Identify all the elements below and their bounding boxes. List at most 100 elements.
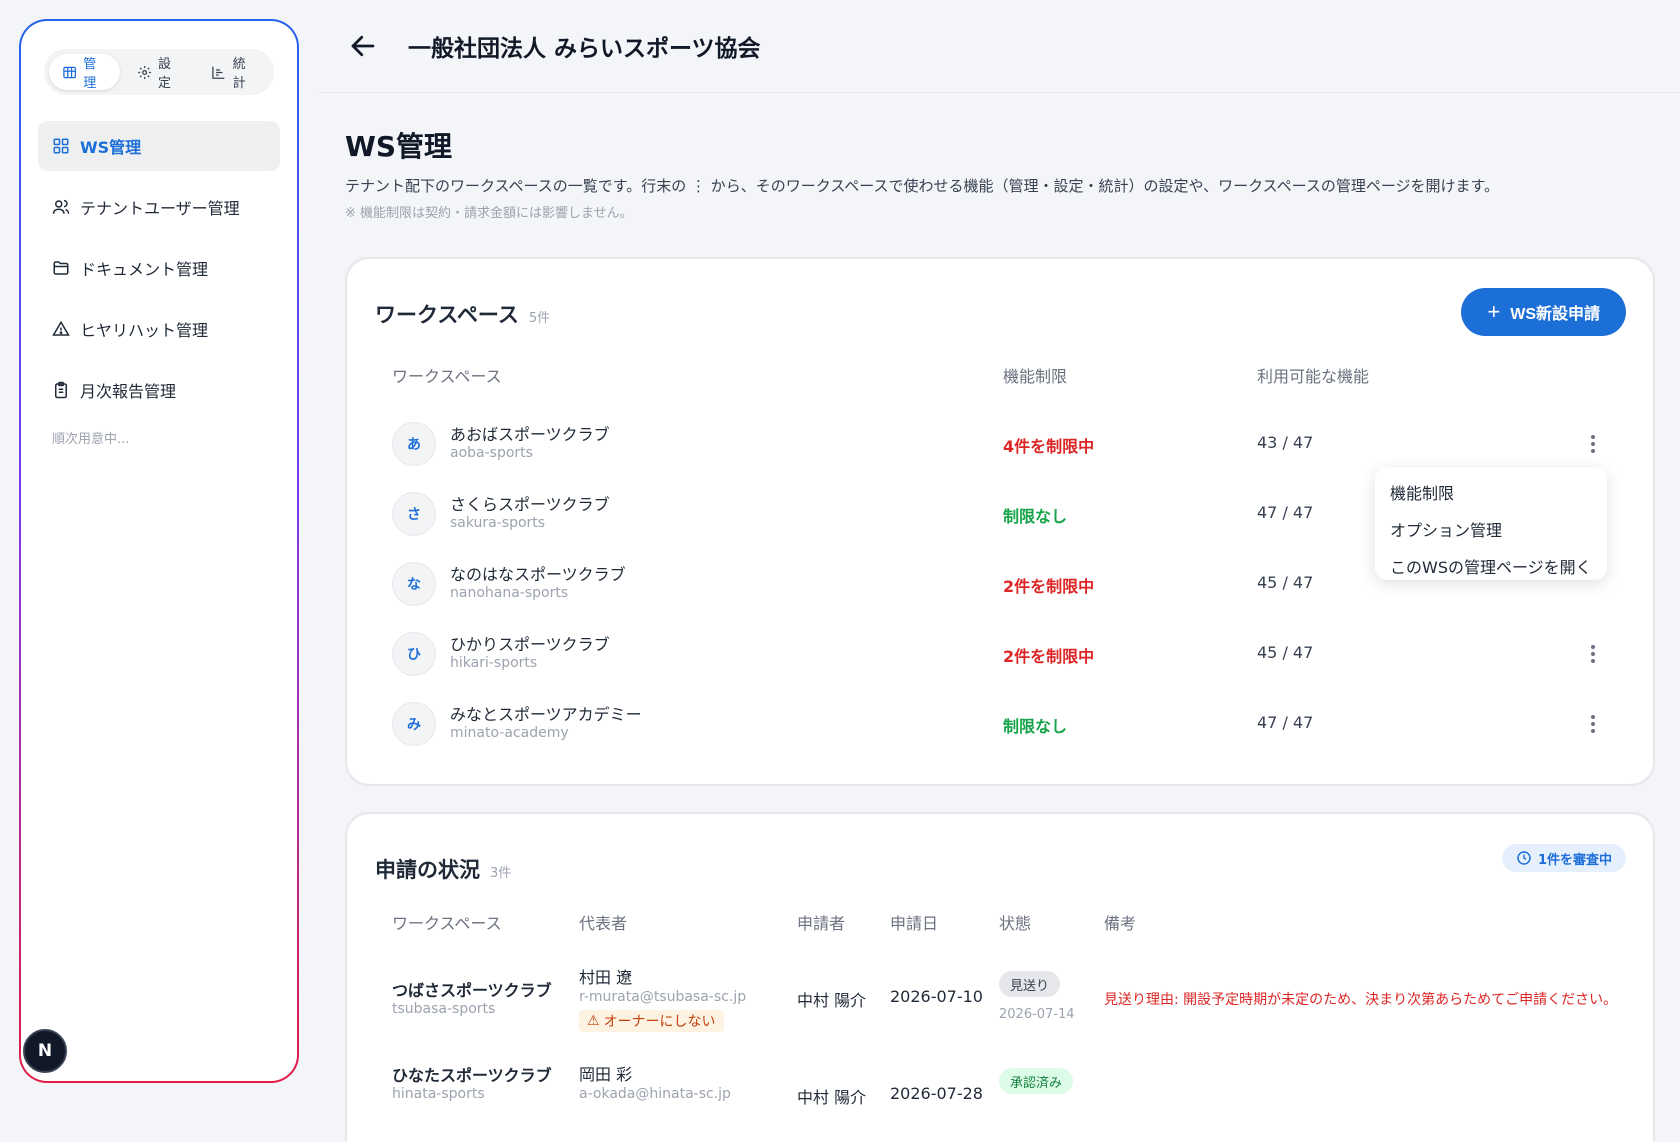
new-ws-request-label: WS新設申請	[1510, 306, 1600, 323]
sidebar-item-tenant-users[interactable]: テナントユーザー管理	[38, 182, 280, 232]
users-icon	[52, 199, 70, 214]
menu-item-option-management[interactable]: オプション管理	[1375, 510, 1607, 547]
application-date: 2026-07-10	[890, 987, 983, 1006]
ws-slug: hikari-sports	[450, 655, 538, 671]
warning-icon	[52, 320, 70, 336]
owner-warning-label: オーナーにしない	[603, 1014, 716, 1030]
table-row[interactable]: み みなとスポーツアカデミー minato-academy 制限なし 47 / …	[347, 693, 1653, 753]
row-menu-button[interactable]	[1583, 713, 1603, 735]
column-header-date: 申請日	[890, 914, 939, 933]
kebab-dot	[1591, 652, 1595, 656]
available-features: 47 / 47	[1257, 503, 1314, 522]
plus-icon: +	[1487, 299, 1501, 324]
kebab-dot	[1591, 435, 1595, 439]
column-header-restriction: 機能制限	[1003, 367, 1068, 386]
sidebar-item-label: WS管理	[80, 138, 142, 157]
menu-item-feature-restriction[interactable]: 機能制限	[1375, 473, 1607, 510]
table-row[interactable]: あ あおばスポーツクラブ aoba-sports 4件を制限中 43 / 47	[347, 413, 1653, 473]
column-header-representative: 代表者	[579, 914, 628, 933]
sidebar-item-documents[interactable]: ドキュメント管理	[38, 243, 280, 293]
column-header-applicant: 申請者	[797, 914, 846, 933]
app-ws-slug: tsubasa-sports	[392, 1001, 496, 1017]
column-header-workspace: ワークスペース	[392, 367, 502, 386]
app-ws-name: つばさスポーツクラブ	[392, 981, 552, 1000]
ws-slug: sakura-sports	[450, 515, 546, 531]
dev-badge[interactable]: N	[23, 1029, 67, 1073]
row-menu-button[interactable]	[1583, 643, 1603, 665]
arrow-left-icon	[351, 35, 375, 57]
card-count: 3件	[490, 866, 512, 881]
sidebar-item-near-miss[interactable]: ヒヤリハット管理	[38, 304, 280, 354]
restriction-status: 4件を制限中	[1003, 437, 1095, 456]
applicant-name: 中村 陽介	[797, 1088, 867, 1107]
card-title: 申請の状況	[375, 858, 480, 882]
ws-name: ひかりスポーツクラブ	[450, 635, 610, 654]
grid-icon	[53, 138, 69, 154]
top-header: 一般社団法人 みらいスポーツ協会	[318, 0, 1680, 93]
remark-text: 見送り理由: 開設予定時期が未定のため、決まり次第あらためてご申請ください。	[1104, 992, 1618, 1008]
rep-email: a-okada@hinata-sc.jp	[579, 1086, 731, 1102]
gear-icon	[137, 65, 151, 79]
clipboard-icon	[55, 381, 67, 399]
column-header-workspace: ワークスペース	[392, 914, 502, 933]
avatar: さ	[392, 492, 436, 536]
coming-soon-note: 順次用意中...	[52, 432, 130, 447]
sidebar-item-ws[interactable]: WS管理	[38, 121, 280, 171]
table-row[interactable]: ひ ひかりスポーツクラブ hikari-sports 2件を制限中 45 / 4…	[347, 623, 1653, 683]
segment-settings-label: 設定	[157, 57, 171, 91]
rep-email: r-murata@tsubasa-sc.jp	[579, 989, 747, 1005]
page-note: ※ 機能制限は契約・請求金額には影響しません。	[345, 206, 633, 221]
available-features: 45 / 47	[1257, 573, 1314, 592]
applicant-name: 中村 陽介	[797, 991, 867, 1010]
bar-chart-icon	[212, 66, 225, 79]
back-button[interactable]	[348, 31, 378, 61]
mode-switcher: 管理 設定 統計	[44, 49, 274, 95]
card-title: ワークスペース	[375, 303, 519, 327]
status-badge: 承認済み	[999, 1068, 1074, 1094]
available-features: 43 / 47	[1257, 433, 1314, 452]
available-features: 47 / 47	[1257, 713, 1314, 732]
app-ws-slug: hinata-sports	[392, 1086, 485, 1102]
ws-slug: aoba-sports	[450, 445, 533, 461]
sidebar-nav: WS管理 テナントユーザー管理 ドキュメント管理 ヒヤリハット管理 月次報告管理…	[38, 121, 280, 449]
card-count: 5件	[528, 311, 551, 326]
avatar: み	[392, 702, 436, 746]
table-icon	[63, 66, 77, 78]
page-title: WS管理	[345, 130, 453, 163]
column-header-status: 状態	[999, 914, 1032, 933]
restriction-status: 制限なし	[1003, 717, 1068, 736]
page-description: テナント配下のワークスペースの一覧です。行末の ⋮ から、そのワークスペースで使…	[345, 177, 1500, 195]
ws-slug: minato-academy	[450, 725, 569, 741]
under-review-label: 1件を審査中	[1537, 852, 1612, 868]
menu-item-open-ws-admin[interactable]: このWSの管理ページを開く	[1375, 547, 1607, 584]
ws-name: なのはなスポーツクラブ	[450, 565, 626, 584]
application-status-card: 申請の状況 3件 1件を審査中 ワークスペース 代表者 申請者 申請日 状態 備…	[345, 812, 1655, 1142]
sidebar: 管理 設定 統計 WS管理 テナントユーザー管理 ドキュメント管理 ヒヤリハット…	[19, 19, 299, 1083]
kebab-dot	[1591, 715, 1595, 719]
sidebar-item-monthly-report[interactable]: 月次報告管理	[38, 365, 280, 415]
segment-manage[interactable]: 管理	[49, 54, 120, 91]
status-date: 2026-07-14	[999, 1007, 1075, 1022]
segment-manage-label: 管理	[83, 57, 97, 91]
segment-settings[interactable]: 設定	[124, 54, 195, 91]
segment-stats-label: 統計	[232, 57, 246, 91]
warning-icon: ⚠	[587, 1013, 600, 1029]
restriction-status: 2件を制限中	[1003, 647, 1095, 666]
segment-stats[interactable]: 統計	[198, 54, 269, 91]
column-header-available: 利用可能な機能	[1257, 367, 1370, 386]
column-header-remarks: 備考	[1104, 914, 1137, 933]
sidebar-item-label: 月次報告管理	[80, 382, 177, 401]
kebab-dot	[1591, 645, 1595, 649]
sidebar-item-label: ドキュメント管理	[80, 260, 209, 279]
owner-warning-chip: ⚠ オーナーにしない	[579, 1010, 724, 1032]
folder-icon	[53, 261, 69, 275]
under-review-badge: 1件を審査中	[1501, 844, 1626, 872]
row-menu-button[interactable]	[1583, 433, 1603, 455]
kebab-dot	[1591, 449, 1595, 453]
new-ws-request-button[interactable]: + WS新設申請	[1461, 288, 1626, 336]
rep-name: 村田 遼	[579, 968, 633, 987]
ws-name: あおばスポーツクラブ	[450, 425, 610, 444]
workspace-card-header: ワークスペース 5件	[375, 299, 550, 329]
sidebar-item-label: テナントユーザー管理	[80, 199, 240, 218]
sidebar-item-label: ヒヤリハット管理	[80, 321, 209, 340]
